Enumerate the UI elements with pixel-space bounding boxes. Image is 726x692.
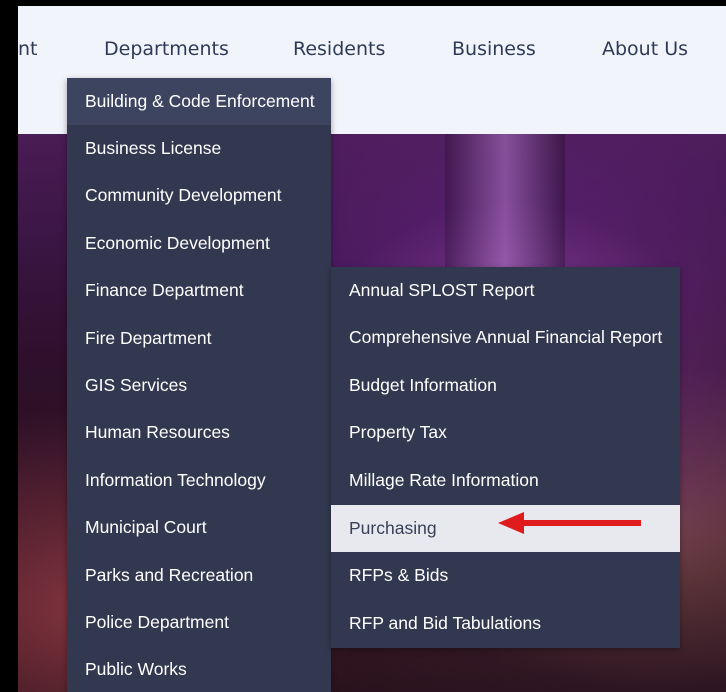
- submenu-item-cafr[interactable]: Comprehensive Annual Financial Report: [331, 314, 680, 361]
- submenu-item-property-tax[interactable]: Property Tax: [331, 409, 680, 456]
- submenu-item-millage-rate[interactable]: Millage Rate Information: [331, 457, 680, 504]
- submenu-item-budget-information[interactable]: Budget Information: [331, 362, 680, 409]
- menu-item-building-code[interactable]: Building & Code Enforcement: [67, 78, 331, 125]
- menu-item-business-license[interactable]: Business License: [67, 125, 331, 172]
- nav-item-business[interactable]: Business: [452, 38, 536, 60]
- menu-item-information-technology[interactable]: Information Technology: [67, 457, 331, 504]
- finance-submenu: Annual SPLOST Report Comprehensive Annua…: [331, 267, 680, 648]
- menu-item-fire-department[interactable]: Fire Department: [67, 315, 331, 362]
- menu-item-human-resources[interactable]: Human Resources: [67, 409, 331, 456]
- red-arrow-annotation: [498, 512, 641, 534]
- page: nt Departments Residents Business About …: [0, 0, 726, 692]
- submenu-item-rfps-bids[interactable]: RFPs & Bids: [331, 552, 680, 599]
- nav-item-residents[interactable]: Residents: [293, 38, 385, 60]
- arrow-shaft: [520, 520, 641, 526]
- nav-item-about-us[interactable]: About Us: [602, 38, 688, 60]
- menu-item-municipal-court[interactable]: Municipal Court: [67, 504, 331, 551]
- menu-item-finance-department[interactable]: Finance Department: [67, 267, 331, 314]
- arrow-head: [498, 512, 524, 534]
- left-edge-strip: [0, 0, 18, 692]
- menu-item-public-works[interactable]: Public Works: [67, 646, 331, 692]
- submenu-item-annual-splost[interactable]: Annual SPLOST Report: [331, 267, 680, 314]
- nav-item-partial[interactable]: nt: [18, 38, 38, 60]
- menu-item-gis-services[interactable]: GIS Services: [67, 362, 331, 409]
- menu-item-economic-development[interactable]: Economic Development: [67, 220, 331, 267]
- departments-dropdown-menu: Building & Code Enforcement Business Lic…: [67, 78, 331, 692]
- menu-item-parks-recreation[interactable]: Parks and Recreation: [67, 552, 331, 599]
- submenu-item-rfp-bid-tabulations[interactable]: RFP and Bid Tabulations: [331, 600, 680, 647]
- nav-item-departments[interactable]: Departments: [104, 38, 229, 60]
- menu-item-police-department[interactable]: Police Department: [67, 599, 331, 646]
- menu-item-community-development[interactable]: Community Development: [67, 172, 331, 219]
